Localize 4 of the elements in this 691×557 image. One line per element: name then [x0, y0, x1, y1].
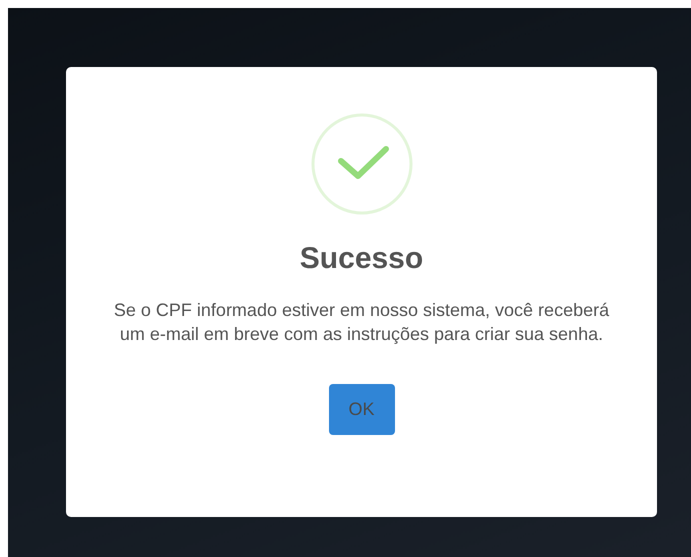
check-circle-icon: [310, 113, 412, 215]
dialog-message: Se o CPF informado estiver em nosso sistema, você receberá um e-mail em breve com as instruções para criar sua senha.: [112, 299, 610, 346]
ok-button[interactable]: OK: [328, 384, 394, 435]
dialog-title: Sucesso: [300, 241, 424, 277]
